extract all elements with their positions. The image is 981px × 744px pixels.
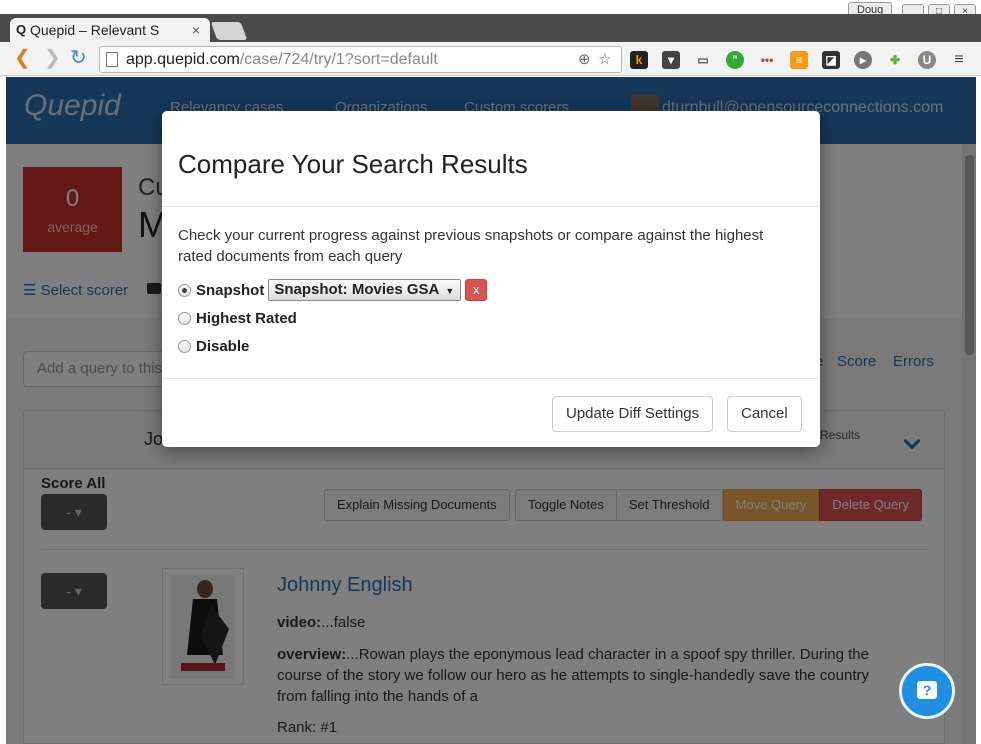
url-path: /case/724/try/1?sort=default [239,51,438,68]
modal-description: Check your current progress against prev… [178,227,764,265]
zoom-icon[interactable]: ⊕ [578,47,591,72]
snapshot-select[interactable]: Snapshot: Movies GSA ▼ [268,279,462,301]
forward-icon[interactable]: ❯ [44,47,61,69]
modal-title: Compare Your Search Results [178,149,528,179]
highest-rated-label: Highest Rated [196,309,297,327]
tab-title: Quepid – Relevant S [30,22,160,38]
notes-extension-icon[interactable]: ◪ [822,51,840,69]
snapshot-select-value: Snapshot: Movies GSA [274,281,440,298]
remove-snapshot-button[interactable]: x [465,279,488,301]
modal-footer: Update Diff Settings Cancel [162,378,820,447]
help-chat-button[interactable]: ? [899,663,955,719]
k-extension-icon[interactable]: k [630,51,648,69]
highest-rated-option: Highest Rated [178,308,297,328]
disable-radio[interactable] [178,339,191,353]
cancel-button[interactable]: Cancel [727,396,802,432]
modal-header: Compare Your Search Results [162,111,820,207]
cast-icon[interactable]: ▭ [694,51,712,69]
pocket-icon[interactable]: ▾ [662,51,680,69]
compare-results-modal: Compare Your Search Results Check your c… [162,111,820,447]
snapshot-option: Snapshot Snapshot: Movies GSA ▼ x [178,279,488,301]
snapshot-radio[interactable] [178,283,191,297]
quepid-favicon-icon: Q [16,22,27,37]
tab-strip: Q Quepid – Relevant S × [0,14,981,42]
snapshot-label: Snapshot [196,281,265,299]
update-diff-settings-button[interactable]: Update Diff Settings [552,396,714,432]
highest-rated-radio[interactable] [178,311,191,325]
sheets-extension-icon[interactable]: ≡ [790,51,808,69]
help-icon: ? [917,681,937,699]
dropdown-caret-icon: ▼ [445,286,455,296]
browser-tab[interactable]: Q Quepid – Relevant S × [10,18,210,42]
evernote-icon[interactable]: ✤ [886,51,904,69]
hangouts-icon[interactable]: " [726,51,744,69]
back-icon[interactable]: ❮ [14,47,31,69]
address-bar[interactable]: app.quepid.com/case/724/try/1?sort=defau… [99,46,622,73]
play-extension-icon[interactable]: ▸ [854,51,872,69]
reload-icon[interactable]: ↻ [70,47,87,69]
menu-icon[interactable]: ≡ [950,51,968,69]
lastpass-icon[interactable]: ••• [758,51,776,69]
os-title-bar: Doug _ □ × [0,0,981,19]
disable-option: Disable [178,336,249,356]
bookmark-star-icon[interactable]: ☆ [598,47,611,72]
url-host: app.quepid.com [126,51,240,68]
ublock-icon[interactable]: U [918,51,936,69]
browser-toolbar: ❮ ❯ ↻ app.quepid.com/case/724/try/1?sort… [0,42,981,76]
disable-label: Disable [196,337,250,355]
page-icon [106,52,118,67]
new-tab-button[interactable] [210,22,248,40]
close-tab-icon[interactable]: × [192,18,200,42]
